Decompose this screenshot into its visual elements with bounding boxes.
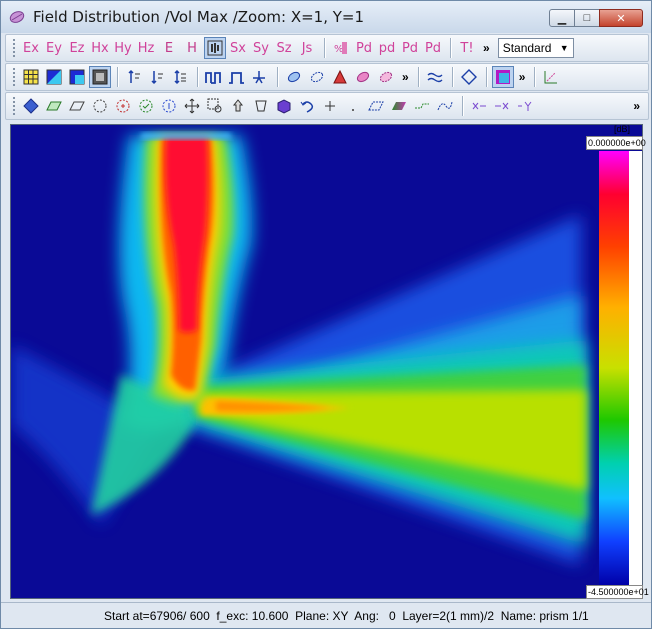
rotate-red-icon[interactable] xyxy=(112,95,134,117)
e-button[interactable]: E xyxy=(158,37,180,59)
zoom-region-icon[interactable] xyxy=(204,95,226,117)
pulse-icon[interactable] xyxy=(226,66,248,88)
power-density-icon[interactable]: % xyxy=(330,37,352,59)
diamond-filled-icon[interactable] xyxy=(20,95,42,117)
field-heatmap xyxy=(11,125,642,598)
crosshair-icon[interactable] xyxy=(319,95,341,117)
app-icon xyxy=(9,11,25,23)
geometry-toolbar: » xyxy=(5,92,649,120)
colorbar-max-label: 0.000000e+00 xyxy=(586,136,646,150)
chevron-down-icon: ▼ xyxy=(559,43,569,53)
h-button[interactable]: H xyxy=(181,37,203,59)
t-button[interactable]: T! xyxy=(456,37,478,59)
js-button[interactable]: Js xyxy=(296,37,318,59)
align-top-icon[interactable] xyxy=(123,66,145,88)
title-bar[interactable]: Field Distribution /Vol Max /Zoom: X=1, … xyxy=(1,1,651,33)
minimize-button[interactable]: ▁ xyxy=(549,9,575,27)
status-text: Start at=67906/ 600 f_exc: 10.600 Plane:… xyxy=(104,608,589,623)
mirror-neg-x-icon[interactable] xyxy=(491,95,513,117)
move-icon[interactable] xyxy=(181,95,203,117)
toolbar-separator xyxy=(117,67,118,87)
lens-pink-dotted-icon[interactable] xyxy=(375,66,397,88)
view-mode-select[interactable]: Standard ▼ xyxy=(497,38,574,58)
dotted-lens-icon[interactable] xyxy=(306,66,328,88)
view-mode-value: Standard xyxy=(502,41,552,55)
sy-button[interactable]: Sy xyxy=(250,37,272,59)
mirror-y-icon[interactable] xyxy=(514,95,536,117)
grid-icon[interactable] xyxy=(20,66,42,88)
shape-outline-icon[interactable] xyxy=(250,95,272,117)
close-button[interactable]: ✕ xyxy=(599,9,643,27)
frame-view-icon[interactable] xyxy=(89,66,111,88)
window-title: Field Distribution /Vol Max /Zoom: X=1, … xyxy=(33,8,365,26)
ex-button[interactable]: Ex xyxy=(20,37,42,59)
ground-icon[interactable] xyxy=(249,66,271,88)
toolbar-overflow-chevron[interactable]: » xyxy=(519,70,526,84)
toolbar-separator xyxy=(324,38,325,58)
circle-dotted-icon[interactable] xyxy=(89,95,111,117)
ey-button[interactable]: Ey xyxy=(43,37,65,59)
gradient-fill-icon[interactable] xyxy=(388,95,410,117)
lens-icon[interactable] xyxy=(283,66,305,88)
pulse-up-icon[interactable] xyxy=(203,66,225,88)
field-distribution-window: Field Distribution /Vol Max /Zoom: X=1, … xyxy=(0,0,652,629)
wave-icon[interactable] xyxy=(424,66,446,88)
toolbar-separator xyxy=(485,67,487,87)
display-toolbar: » » xyxy=(5,63,649,91)
toolbar-separator xyxy=(451,67,453,87)
contour-map-icon[interactable] xyxy=(66,66,88,88)
hx-button[interactable]: Hx xyxy=(89,37,111,59)
rotate-green-icon[interactable] xyxy=(135,95,157,117)
toolbar-grip[interactable] xyxy=(12,38,16,58)
hy-button[interactable]: Hy xyxy=(112,37,134,59)
axis-scale-icon[interactable] xyxy=(540,66,562,88)
parallelogram-icon[interactable] xyxy=(66,95,88,117)
field-distribution-plot[interactable] xyxy=(10,124,643,599)
connect-icon[interactable] xyxy=(411,95,433,117)
slab-icon[interactable] xyxy=(43,95,65,117)
rotate-blue-icon[interactable] xyxy=(158,95,180,117)
toolbar-overflow-chevron[interactable]: » xyxy=(633,99,640,113)
undo-icon[interactable] xyxy=(296,95,318,117)
toolbar-separator xyxy=(462,96,463,116)
field-component-toolbar: Ex Ey Ez Hx Hy Hz E H Sx Sy Sz Js % Pd p… xyxy=(5,34,649,62)
diamond-outline-icon[interactable] xyxy=(458,66,480,88)
slab-dotted-icon[interactable] xyxy=(365,95,387,117)
pd-button-2[interactable]: pd xyxy=(376,37,398,59)
toolbar-overflow-chevron[interactable]: » xyxy=(483,41,490,55)
colorbar-min-label: -4.500000e+01 xyxy=(586,585,649,599)
toolbar-separator xyxy=(417,67,419,87)
align-both-icon[interactable] xyxy=(169,66,191,88)
field-total-icon[interactable] xyxy=(204,37,226,59)
cube-icon[interactable] xyxy=(273,95,295,117)
pd-button-1[interactable]: Pd xyxy=(353,37,375,59)
status-bar: Start at=67906/ 600 f_exc: 10.600 Plane:… xyxy=(1,602,651,628)
toolbar-grip[interactable] xyxy=(12,67,16,87)
mirror-x-icon[interactable] xyxy=(468,95,490,117)
toolbar-separator xyxy=(534,67,536,87)
prism-red-icon[interactable] xyxy=(329,66,351,88)
pd-button-3[interactable]: Pd xyxy=(399,37,421,59)
pd-button-4[interactable]: Pd xyxy=(422,37,444,59)
toolbar-grip[interactable] xyxy=(12,96,16,116)
sz-button[interactable]: Sz xyxy=(273,37,295,59)
path-icon[interactable] xyxy=(434,95,456,117)
toolbar-separator xyxy=(277,67,278,87)
maximize-button[interactable]: □ xyxy=(574,9,600,27)
dot-icon[interactable] xyxy=(342,95,364,117)
lift-icon[interactable] xyxy=(227,95,249,117)
toolbar-overflow-chevron[interactable]: » xyxy=(402,70,409,84)
gradient-map-icon[interactable] xyxy=(43,66,65,88)
sx-button[interactable]: Sx xyxy=(227,37,249,59)
align-bottom-icon[interactable] xyxy=(146,66,168,88)
lens-pink-icon[interactable] xyxy=(352,66,374,88)
ez-button[interactable]: Ez xyxy=(66,37,88,59)
toolbar-separator xyxy=(197,67,198,87)
export-image-icon[interactable] xyxy=(491,66,514,88)
hz-button[interactable]: Hz xyxy=(135,37,157,59)
colorbar-unit-label: [dB] xyxy=(614,124,631,134)
color-scale-bar xyxy=(599,151,629,585)
toolbar-separator xyxy=(450,38,451,58)
